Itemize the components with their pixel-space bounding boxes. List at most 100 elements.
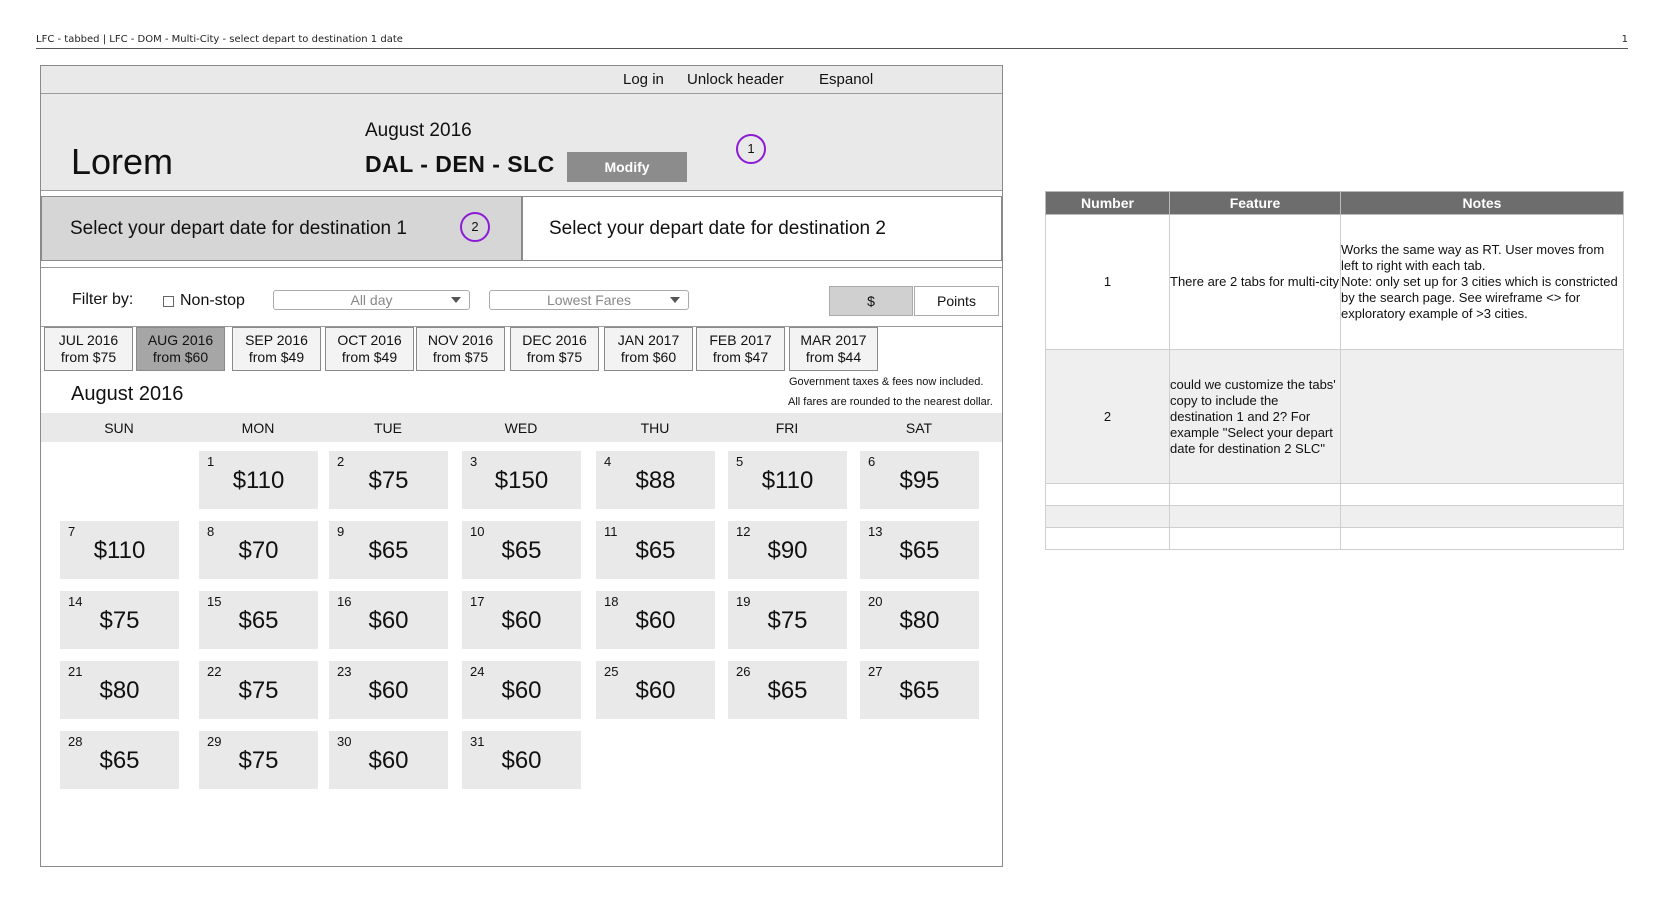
modify-button[interactable]: Modify: [567, 152, 687, 182]
nonstop-checkbox[interactable]: [163, 296, 174, 307]
rounding-note: All fares are rounded to the nearest dol…: [788, 396, 993, 408]
calendar-day-cell[interactable]: 23 $60: [329, 661, 448, 719]
document-title: LFC - tabbed | LFC - DOM - Multi-City - …: [36, 34, 403, 45]
weekday-label: THU: [640, 420, 670, 436]
month-tab[interactable]: JAN 2017 from $60: [604, 327, 693, 371]
month-tab-label: JAN 2017: [617, 332, 680, 348]
day-fare: $65: [501, 537, 542, 564]
day-fare: $65: [635, 537, 676, 564]
month-tab-lowest-fare: from $75: [526, 349, 583, 365]
weekday-label: TUE: [374, 420, 402, 436]
day-fare: $60: [368, 747, 409, 774]
calendar-day-cell[interactable]: 30 $60: [329, 731, 448, 789]
unlock-header-link[interactable]: Unlock header: [687, 71, 784, 88]
calendar-day-cell[interactable]: 15 $65: [199, 591, 318, 649]
calendar-day-cell[interactable]: 21 $80: [60, 661, 179, 719]
month-tab-lowest-fare: from $49: [341, 349, 398, 365]
month-tab-label: NOV 2016: [427, 332, 494, 348]
month-tab[interactable]: SEP 2016 from $49: [232, 327, 321, 371]
calendar-day-cell[interactable]: 14 $75: [60, 591, 179, 649]
calendar-day-cell[interactable]: 22 $75: [199, 661, 318, 719]
calendar-day-cell[interactable]: 11 $65: [596, 521, 715, 579]
annotation-feature: There are 2 tabs for multi-city: [1169, 214, 1341, 350]
weekday-header: SUN MON TUE WED THU FRI SAT: [41, 413, 1002, 442]
calendar-day-cell[interactable]: 16 $60: [329, 591, 448, 649]
calendar-day-cell[interactable]: 19 $75: [728, 591, 847, 649]
calendar-day-cell[interactable]: 4 $88: [596, 451, 715, 509]
destination-tabs: Select your depart date for destination …: [41, 196, 1002, 263]
calendar-title: August 2016: [71, 383, 184, 405]
day-fare: $60: [635, 677, 676, 704]
month-tab[interactable]: OCT 2016 from $49: [325, 327, 414, 371]
month-tabs: JUL 2016 from $75 AUG 2016 from $60 SEP 2016…: [44, 327, 1004, 373]
utility-bar: Log in Unlock header Espanol: [41, 66, 1002, 94]
annotation-number: 1: [1045, 214, 1170, 350]
day-fare: $90: [767, 537, 808, 564]
day-fare: $60: [368, 677, 409, 704]
tab-destination-2[interactable]: Select your depart date for destination …: [522, 196, 1002, 261]
month-tab[interactable]: DEC 2016 from $75: [510, 327, 599, 371]
fare-sort-select[interactable]: Lowest Fares: [489, 290, 689, 310]
day-fare: $75: [99, 607, 140, 634]
day-fare: $88: [635, 467, 676, 494]
calendar-day-cell[interactable]: 3 $150: [462, 451, 581, 509]
calendar-day-cell[interactable]: 24 $60: [462, 661, 581, 719]
month-tab[interactable]: JUL 2016 from $75: [44, 327, 133, 371]
day-fare: $65: [899, 677, 940, 704]
fare-sort-value: Lowest Fares: [546, 292, 632, 308]
tab-destination-1[interactable]: Select your depart date for destination …: [41, 196, 522, 261]
month-tab-lowest-fare: from $60: [152, 349, 209, 365]
annotation-row-empty: [1045, 483, 1624, 506]
month-tab[interactable]: MAR 2017 from $44: [789, 327, 878, 371]
taxes-note: Government taxes & fees now included.: [789, 376, 984, 388]
filter-label: Filter by:: [72, 291, 134, 308]
month-tab-label: JUL 2016: [58, 332, 119, 348]
calendar-day-cell[interactable]: 28 $65: [60, 731, 179, 789]
month-tab-lowest-fare: from $75: [60, 349, 117, 365]
calendar-day-cell[interactable]: 6 $95: [860, 451, 979, 509]
login-link[interactable]: Log in: [623, 71, 664, 88]
calendar-day-cell[interactable]: 5 $110: [728, 451, 847, 509]
time-of-day-select[interactable]: All day: [273, 290, 470, 310]
espanol-link[interactable]: Espanol: [819, 71, 873, 88]
calendar-day-cell[interactable]: 13 $65: [860, 521, 979, 579]
currency-dollar-button[interactable]: $: [829, 286, 913, 316]
calendar-day-cell[interactable]: 26 $65: [728, 661, 847, 719]
calendar-day-cell[interactable]: 8 $70: [199, 521, 318, 579]
calendar-day-cell[interactable]: 17 $60: [462, 591, 581, 649]
document-header: LFC - tabbed | LFC - DOM - Multi-City - …: [36, 34, 1628, 49]
calendar-day-cell[interactable]: 25 $60: [596, 661, 715, 719]
month-tab-label: FEB 2017: [709, 332, 772, 348]
calendar-day-cell[interactable]: 2 $75: [329, 451, 448, 509]
month-tab[interactable]: FEB 2017 from $47: [696, 327, 785, 371]
calendar-day-cell[interactable]: 1 $110: [199, 451, 318, 509]
annotation-number: 2: [1045, 349, 1170, 484]
calendar-day-cell[interactable]: 10 $65: [462, 521, 581, 579]
day-fare: $60: [501, 607, 542, 634]
month-tab-label: OCT 2016: [337, 332, 402, 348]
calendar-day-cell[interactable]: 27 $65: [860, 661, 979, 719]
annotation-row: 2 could we customize the tabs' copy to i…: [1045, 349, 1624, 484]
day-fare: $110: [232, 467, 285, 494]
calendar-day-cell[interactable]: 20 $80: [860, 591, 979, 649]
calendar-day-cell[interactable]: 29 $75: [199, 731, 318, 789]
weekday-label: SAT: [905, 420, 933, 436]
day-fare: $75: [767, 607, 808, 634]
day-fare: $75: [238, 677, 279, 704]
month-tab[interactable]: NOV 2016 from $75: [416, 327, 505, 371]
route-summary: DAL - DEN - SLC: [365, 151, 555, 177]
calendar-day-cell[interactable]: 9 $65: [329, 521, 448, 579]
calendar-day-cell[interactable]: 31 $60: [462, 731, 581, 789]
calendar-day-cell[interactable]: 18 $60: [596, 591, 715, 649]
column-header-notes: Notes: [1340, 191, 1624, 215]
day-fare: $65: [899, 537, 940, 564]
month-tab-label: DEC 2016: [522, 332, 587, 348]
currency-points-button[interactable]: Points: [914, 286, 999, 316]
calendar-day-cell[interactable]: 7 $110: [60, 521, 179, 579]
month-tab-label: AUG 2016: [147, 332, 214, 348]
day-fare: $65: [767, 677, 808, 704]
chevron-down-icon: [670, 297, 680, 303]
month-tab[interactable]: AUG 2016 from $60: [136, 327, 225, 371]
weekday-label: SUN: [104, 420, 134, 436]
calendar-day-cell[interactable]: 12 $90: [728, 521, 847, 579]
